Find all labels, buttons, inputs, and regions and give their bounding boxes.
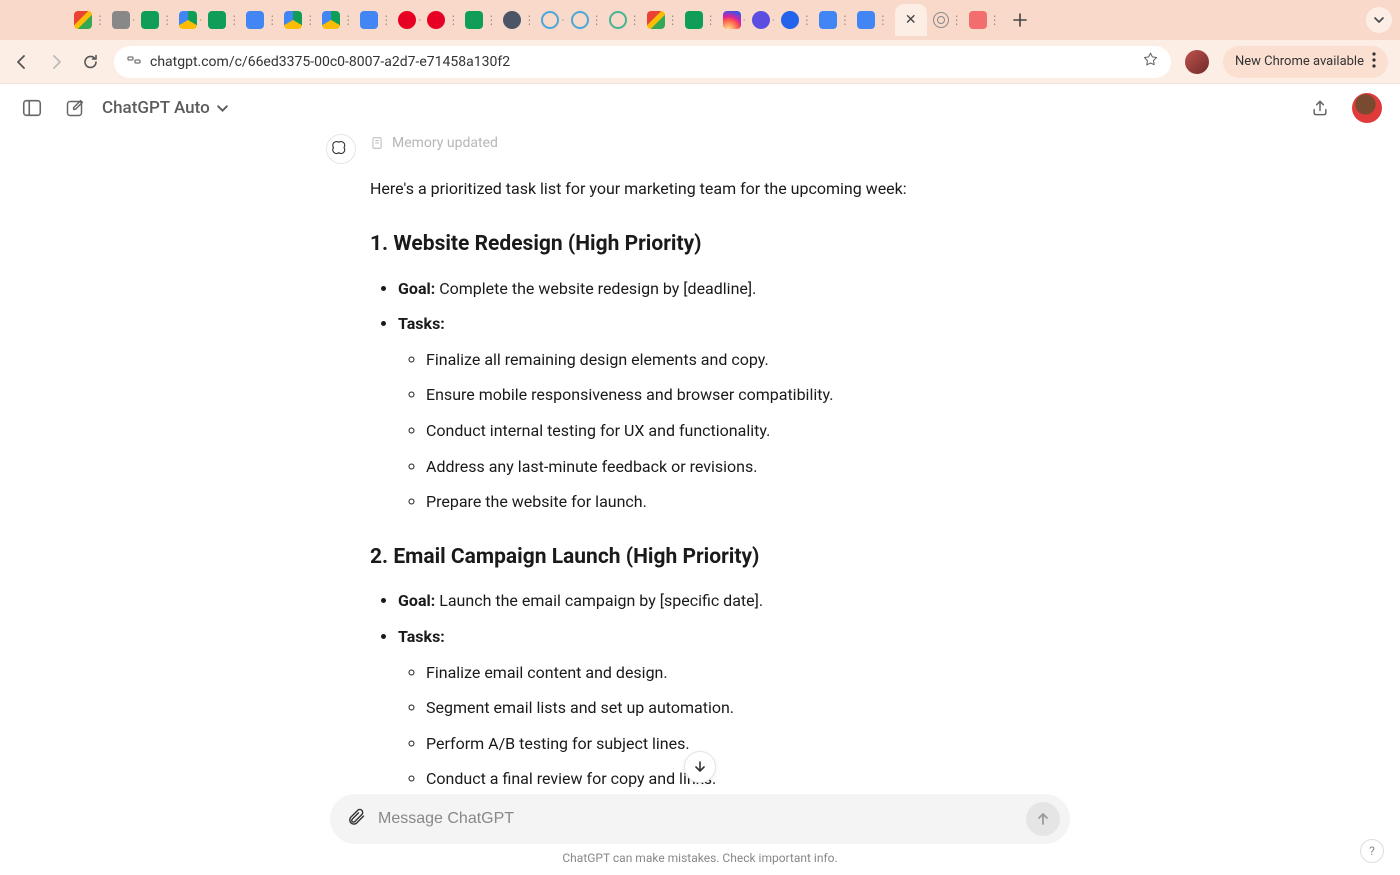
task-item: Conduct internal testing for UX and func… bbox=[426, 418, 907, 444]
address-bar-row: chatgpt.com/c/66ed3375-00c0-8007-a2d7-e7… bbox=[0, 40, 1400, 84]
tab-c3[interactable]: ⋮ bbox=[609, 11, 641, 29]
forward-button[interactable] bbox=[46, 52, 66, 72]
task-item: Conduct a final review for copy and link… bbox=[426, 766, 907, 787]
tab-doc-2[interactable]: ⋮ bbox=[360, 11, 392, 29]
tab-sheets-4[interactable]: ⋮ bbox=[685, 11, 717, 29]
tab-sheets[interactable]: ⋮ bbox=[141, 11, 173, 29]
app-header: ChatGPT Auto bbox=[0, 84, 1400, 132]
intro-text: Here's a prioritized task list for your … bbox=[370, 176, 907, 202]
help-button[interactable]: ? bbox=[1360, 839, 1384, 863]
user-avatar[interactable] bbox=[1352, 93, 1382, 123]
section-2-tasks: Tasks: Finalize email content and design… bbox=[398, 624, 907, 787]
tab-gmail[interactable]: ⋮ bbox=[74, 11, 106, 29]
tab-drive-3[interactable]: ⋮ bbox=[322, 11, 354, 29]
task-item: Finalize email content and design. bbox=[426, 660, 907, 686]
tab-c1[interactable]: · bbox=[541, 11, 564, 29]
model-name: ChatGPT Auto bbox=[102, 98, 210, 118]
task-item: Segment email lists and set up automatio… bbox=[426, 695, 907, 721]
site-settings-icon[interactable] bbox=[126, 52, 142, 72]
memory-updated-pill: Memory updated bbox=[370, 132, 498, 154]
url-text: chatgpt.com/c/66ed3375-00c0-8007-a2d7-e7… bbox=[150, 54, 510, 70]
address-bar[interactable]: chatgpt.com/c/66ed3375-00c0-8007-a2d7-e7… bbox=[114, 46, 1171, 78]
assistant-message: Memory updated Here's a prioritized task… bbox=[370, 132, 907, 787]
chrome-update-label: New Chrome available bbox=[1235, 54, 1364, 69]
attachment-icon[interactable] bbox=[346, 807, 366, 831]
tab-gmail-2[interactable]: ⋮ bbox=[647, 11, 679, 29]
tab-globe[interactable]: · bbox=[112, 11, 135, 29]
section-1-tasks: Tasks: Finalize all remaining design ele… bbox=[398, 311, 907, 515]
task-item: Address any last-minute feedback or revi… bbox=[426, 454, 907, 480]
tab-sheets-2[interactable]: ⋮ bbox=[208, 11, 240, 29]
task-item: Ensure mobile responsiveness and browser… bbox=[426, 382, 907, 408]
model-selector[interactable]: ChatGPT Auto bbox=[102, 98, 229, 118]
share-icon[interactable] bbox=[1306, 94, 1334, 122]
new-tab-button[interactable] bbox=[1007, 7, 1033, 33]
back-button[interactable] bbox=[12, 52, 32, 72]
section-1-heading: 1. Website Redesign (High Priority) bbox=[370, 228, 907, 262]
tab-chatgpt-2[interactable]: ⋮ bbox=[933, 12, 963, 28]
sidebar-toggle-icon[interactable] bbox=[18, 94, 46, 122]
new-chat-icon[interactable] bbox=[60, 94, 88, 122]
chevron-down-icon bbox=[216, 102, 229, 115]
tab-doc-3[interactable]: ⋮ bbox=[819, 11, 851, 29]
close-tab-icon[interactable]: ✕ bbox=[905, 12, 917, 28]
send-button[interactable] bbox=[1026, 802, 1060, 836]
tab-pinterest-2[interactable]: ⋮ bbox=[427, 11, 459, 29]
tab-profile[interactable]: ⋮ bbox=[503, 11, 535, 29]
task-item: Perform A/B testing for subject lines. bbox=[426, 731, 907, 757]
tab-pinterest[interactable]: · bbox=[398, 11, 421, 29]
task-item: Prepare the website for launch. bbox=[426, 489, 907, 515]
section-2-heading: 2. Email Campaign Launch (High Priority) bbox=[370, 541, 907, 575]
tab-instagram[interactable]: · bbox=[723, 11, 746, 29]
tab-menu-button[interactable] bbox=[1366, 7, 1392, 33]
footer-disclaimer: ChatGPT can make mistakes. Check importa… bbox=[0, 851, 1400, 875]
message-input-bar[interactable] bbox=[330, 794, 1070, 844]
tab-purple[interactable]: · bbox=[752, 11, 775, 29]
tab-blue[interactable]: ⋮ bbox=[781, 11, 813, 29]
tab-loom[interactable]: ⋮ bbox=[969, 11, 1001, 29]
message-input[interactable] bbox=[378, 810, 1014, 828]
tab-c2[interactable]: ⋮ bbox=[571, 11, 603, 29]
bookmark-star-icon[interactable] bbox=[1142, 51, 1159, 72]
reload-button[interactable] bbox=[80, 52, 100, 72]
task-item: Finalize all remaining design elements a… bbox=[426, 347, 907, 373]
chrome-update-pill[interactable]: New Chrome available bbox=[1223, 46, 1388, 78]
browser-tab-strip: ⋮ · ⋮ · ⋮ ⋮ ⋮ ⋮ ⋮ · ⋮ ⋮ ⋮ · ⋮ ⋮ ⋮ ⋮ · · … bbox=[0, 0, 1400, 40]
tab-doc[interactable]: ⋮ bbox=[246, 11, 278, 29]
input-area bbox=[0, 787, 1400, 851]
tab-active-chatgpt[interactable]: ✕ bbox=[895, 4, 927, 36]
tab-sheets-3[interactable]: ⋮ bbox=[465, 11, 497, 29]
tab-drive[interactable]: · bbox=[179, 11, 202, 29]
scroll-down-button[interactable] bbox=[684, 751, 716, 783]
section-2-goal: Goal: Launch the email campaign by [spec… bbox=[398, 588, 907, 614]
section-1-goal: Goal: Complete the website redesign by [… bbox=[398, 276, 907, 302]
chrome-profile-avatar[interactable] bbox=[1185, 50, 1209, 74]
conversation-content: Memory updated Here's a prioritized task… bbox=[0, 132, 1400, 787]
memory-icon bbox=[370, 136, 384, 150]
tab-drive-2[interactable]: ⋮ bbox=[284, 11, 316, 29]
assistant-avatar-icon bbox=[326, 134, 356, 164]
chrome-menu-icon[interactable] bbox=[1372, 52, 1376, 72]
tab-doc-4[interactable]: ⋮ bbox=[857, 11, 889, 29]
memory-label: Memory updated bbox=[392, 132, 498, 154]
